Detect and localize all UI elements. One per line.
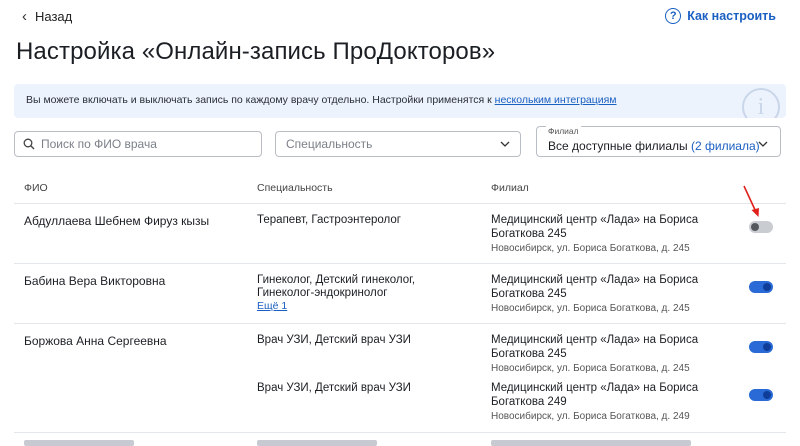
branch-cell: Медицинский центр «Лада» на Бориса Богат… [491,273,731,315]
column-header-name: ФИО [24,182,48,194]
search-icon [23,138,35,150]
table-row: Боржова Анна Сергеевна Врач УЗИ, Детский… [14,324,786,433]
filters-bar: Специальность Филиал Все доступные филиа… [14,126,786,157]
chevron-left-icon: ‹ [22,8,27,25]
doctor-name: Абдуллаева Шебнем Фируз кызы [24,214,210,228]
question-circle-icon: ? [665,8,682,24]
info-icon: i [742,88,780,118]
toggle-knob [751,223,759,231]
page-title: Настройка «Онлайн-запись ПроДокторов» [16,38,496,65]
branch-address: Новосибирск, ул. Бориса Богаткова, д. 24… [491,363,690,374]
branch-select-value: Все доступные филиалы (2 филиала) [548,139,760,153]
annotation-arrow-icon [743,185,759,217]
doctor-specialty: Гинеколог, Детский гинеколог, Гинеколог-… [257,274,416,299]
help-link[interactable]: ? Как настроить [665,8,776,24]
branch-count: (2 филиала) [691,139,760,153]
toggle-knob [763,343,771,351]
branch-cell: Медицинский центр «Лада» на Бориса Богат… [491,213,731,255]
integrations-link[interactable]: нескольким интеграциям [495,94,617,106]
branch-name: Медицинский центр «Лада» на Бориса Богат… [491,382,699,408]
doctor-name: Бабина Вера Викторовна [24,274,166,288]
doctor-specialty: Терапевт, Гастроэнтеролог [257,214,401,226]
partial-text [257,440,377,446]
search-input[interactable] [41,137,241,151]
table-row: Абдуллаева Шебнем Фируз кызы Терапевт, Г… [14,204,786,264]
chevron-down-icon [500,141,510,147]
branch-select-label: Филиал [546,126,581,136]
branch-name: Медицинский центр «Лада» на Бориса Богат… [491,274,699,300]
branch-address: Новосибирск, ул. Бориса Богаткова, д. 24… [491,303,690,314]
help-label: Как настроить [687,9,776,23]
toggle-knob [763,283,771,291]
branch-select[interactable]: Филиал Все доступные филиалы (2 филиала) [536,126,781,157]
branch-address: Новосибирск, ул. Бориса Богаткова, д. 24… [491,411,690,422]
toggle-knob [763,391,771,399]
table-row: Бабина Вера Викторовна Гинеколог, Детски… [14,264,786,324]
doctor-specialty-cell: Гинеколог, Детский гинеколог, Гинеколог-… [257,274,467,313]
doctor-specialty: Врач УЗИ, Детский врач УЗИ [257,382,411,394]
branch-value-text: Все доступные филиалы [548,139,688,153]
show-more-link[interactable]: Ещё 1 [257,300,287,312]
partial-text [491,440,691,446]
branch-cell: Медицинский центр «Лада» на Бориса Богат… [491,381,731,423]
table-header: ФИО Специальность Филиал [14,180,786,204]
info-notice: Вы можете включать и выключать запись по… [14,84,786,118]
branch-address: Новосибирск, ул. Бориса Богаткова, д. 24… [491,243,690,254]
table-row-partial [14,434,786,446]
doctor-specialty: Врач УЗИ, Детский врач УЗИ [257,334,411,346]
top-bar: ‹ Назад ? Как настроить [0,0,800,34]
chevron-down-icon [758,141,768,147]
booking-toggle[interactable] [749,341,773,353]
column-header-specialty: Специальность [257,182,333,194]
branch-name: Медицинский центр «Лада» на Бориса Богат… [491,334,699,360]
search-field[interactable] [14,131,262,157]
branch-name: Медицинский центр «Лада» на Бориса Богат… [491,214,699,240]
back-button[interactable]: ‹ Назад [22,8,72,25]
booking-toggle[interactable] [749,281,773,293]
column-header-branch: Филиал [491,182,529,194]
booking-toggle[interactable] [749,221,773,233]
back-label: Назад [35,9,73,24]
notice-text: Вы можете включать и выключать запись по… [26,94,495,106]
specialty-select[interactable]: Специальность [275,131,521,157]
branch-cell: Медицинский центр «Лада» на Бориса Богат… [491,333,731,375]
specialty-placeholder: Специальность [286,137,373,151]
doctor-name: Боржова Анна Сергеевна [24,334,167,348]
booking-toggle[interactable] [749,389,773,401]
partial-text [24,440,134,446]
